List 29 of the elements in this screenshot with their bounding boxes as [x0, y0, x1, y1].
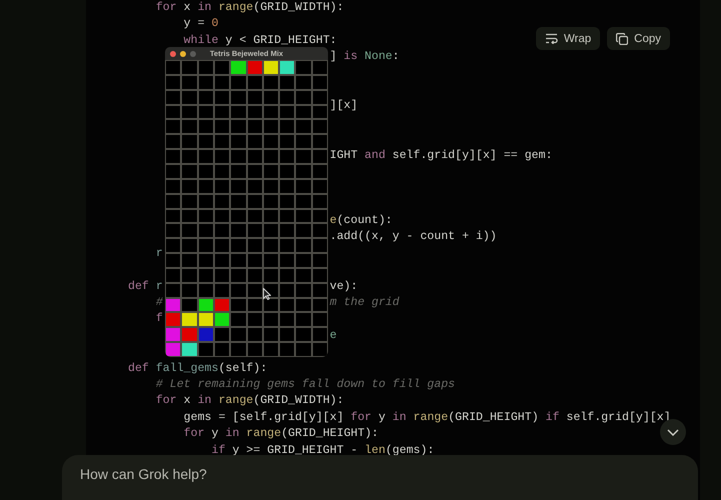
code-line: gems = [self.grid[y][x] for y in range(GRID_HEIGHT) if self.grid[y][x] — [182, 410, 671, 426]
code-fragment: r — [154, 246, 163, 260]
code-fragment: # — [154, 296, 163, 310]
minimize-icon[interactable] — [180, 50, 186, 56]
code-line: y = 0 — [182, 16, 218, 32]
code-fragment: e — [330, 328, 337, 344]
prompt-field[interactable]: How can Grok help? — [62, 455, 698, 500]
close-icon[interactable] — [170, 50, 176, 56]
copy-icon — [616, 32, 628, 44]
copy-button[interactable]: Copy — [607, 27, 670, 50]
code-fragment: ][x] — [330, 98, 358, 114]
chevron-down-icon — [667, 428, 679, 436]
code-line: for x in range(GRID_WIDTH): — [154, 0, 344, 16]
code-fragment: f — [154, 312, 163, 326]
code-fragment: ] is None: — [330, 49, 400, 66]
code-fragment: ve): — [330, 278, 358, 295]
cursor-icon — [263, 288, 271, 300]
code-line: while y < GRID_HEIGHT: — [182, 32, 337, 49]
code-fragment: def r — [128, 280, 163, 293]
code-line: for y in range(GRID_HEIGHT): — [182, 426, 378, 442]
code-fragment: .add((x, y - count + i)) — [330, 229, 497, 246]
wrap-button[interactable]: Wrap — [536, 27, 600, 50]
code-line: # Let remaining gems fall down to fill gaps — [154, 376, 455, 393]
wrap-icon — [544, 33, 558, 44]
code-fragment: IGHT and self.grid[y][x] == gem: — [330, 148, 552, 164]
code-line: for x in range(GRID_WIDTH): — [154, 393, 344, 410]
code-line: def fall_gems(self): — [128, 360, 268, 377]
code-fragment: m the grid — [330, 295, 400, 312]
code-fragment: e(count): — [330, 213, 392, 230]
